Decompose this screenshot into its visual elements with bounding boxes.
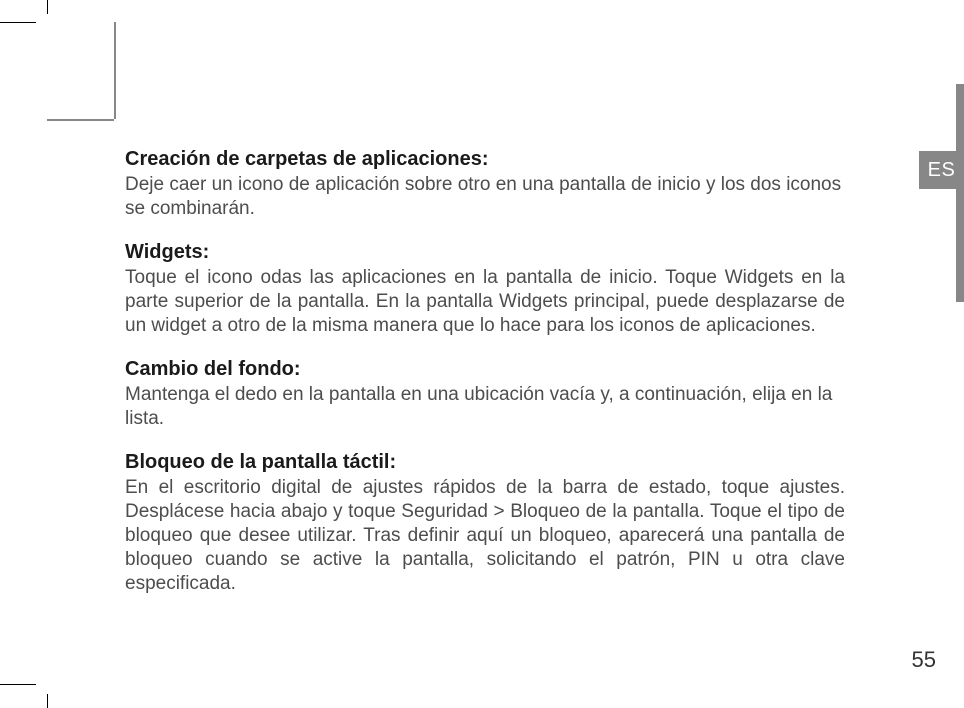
margin-rule: [114, 22, 116, 119]
section-change-wallpaper: Cambio del fondo: Mantenga el dedo en la…: [125, 356, 845, 431]
section-heading: Bloqueo de la pantalla táctil:: [125, 449, 845, 475]
section-heading: Cambio del fondo:: [125, 356, 845, 382]
section-heading: Widgets:: [125, 239, 845, 265]
crop-mark: [47, 694, 48, 708]
crop-mark: [47, 0, 48, 14]
content: Creación de carpetas de aplicaciones: De…: [125, 146, 845, 614]
margin-rule: [47, 119, 114, 121]
section-lock-touchscreen: Bloqueo de la pantalla táctil: En el esc…: [125, 449, 845, 596]
section-heading: Creación de carpetas de aplicaciones:: [125, 146, 845, 172]
crop-mark: [0, 684, 36, 685]
page-number: 55: [912, 647, 936, 673]
side-strip: [956, 84, 964, 302]
section-body: Toque el icono odas las aplicaciones en …: [125, 266, 845, 338]
crop-mark: [0, 22, 36, 23]
section-body: En el escritorio digital de ajustes rápi…: [125, 476, 845, 596]
page: ES Creación de carpetas de aplicaciones:…: [47, 22, 964, 685]
section-body: Deje caer un icono de aplicación sobre o…: [125, 173, 845, 221]
language-tab: ES: [919, 151, 964, 189]
section-widgets: Widgets: Toque el icono odas las aplicac…: [125, 239, 845, 338]
section-creating-app-folders: Creación de carpetas de aplicaciones: De…: [125, 146, 845, 221]
section-body: Mantenga el dedo en la pantalla en una u…: [125, 383, 845, 431]
